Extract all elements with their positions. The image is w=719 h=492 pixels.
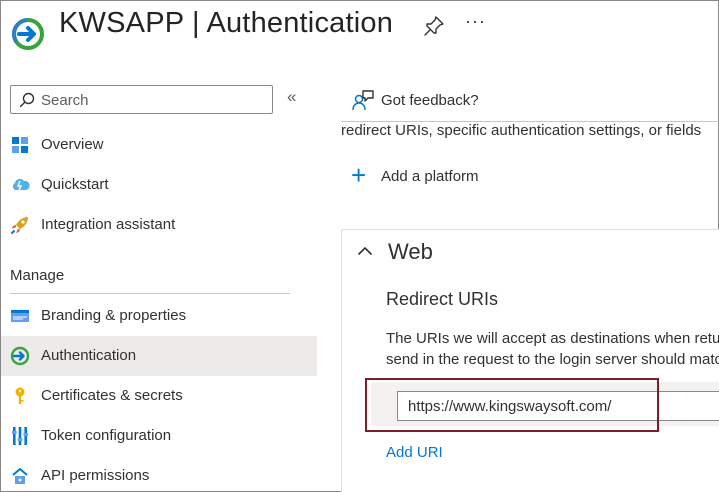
app-name: KWSAPP [59, 7, 184, 39]
sidebar-item-label: Authentication [41, 347, 137, 364]
authentication-icon [10, 346, 30, 366]
sidebar-item-label: Integration assistant [41, 216, 176, 233]
title-separator: | [192, 7, 200, 39]
sidebar-item-branding[interactable]: Branding & properties [1, 296, 317, 336]
sidebar: « Overview Quickstart Integration assist… [1, 77, 317, 492]
more-icon[interactable]: ··· [465, 11, 486, 32]
key-icon [15, 387, 25, 404]
add-uri-link[interactable]: Add URI [386, 444, 443, 461]
sidebar-item-token-configuration[interactable]: Token configuration [1, 416, 317, 456]
sidebar-item-label: Quickstart [41, 176, 109, 193]
collapse-sidebar-icon[interactable]: « [287, 87, 296, 107]
description-line: The URIs we will accept as destinations … [386, 330, 719, 347]
redirect-uris-description: The URIs we will accept as destinations … [386, 328, 719, 370]
chevron-up-icon[interactable] [356, 242, 374, 260]
page-title: KWSAPP | Authentication [59, 7, 393, 40]
pin-icon[interactable] [423, 15, 445, 37]
plus-icon: + [351, 160, 367, 190]
search-icon [19, 92, 35, 108]
app-registration-icon [12, 18, 44, 50]
main-content: Got feedback? redirect URIs, specific au… [317, 77, 719, 492]
token-icon [12, 427, 28, 445]
description-line: send in the request to the login server … [386, 351, 719, 368]
sidebar-item-label: Branding & properties [41, 307, 187, 324]
section-label-manage: Manage [10, 267, 65, 284]
sidebar-item-api-permissions[interactable]: API permissions [1, 456, 317, 492]
quickstart-icon [12, 178, 30, 191]
sidebar-item-overview[interactable]: Overview [1, 125, 317, 165]
sidebar-item-label: API permissions [41, 467, 150, 484]
sidebar-item-label: Token configuration [41, 427, 172, 444]
sidebar-item-quickstart[interactable]: Quickstart [1, 165, 317, 205]
highlight-box [365, 378, 659, 432]
section-divider [10, 293, 290, 294]
sidebar-item-label: Overview [41, 136, 104, 153]
integration-icon [11, 217, 28, 234]
branding-icon [11, 310, 29, 322]
feedback-icon [352, 90, 374, 111]
redirect-uris-heading: Redirect URIs [386, 289, 499, 309]
page-name: Authentication [206, 7, 394, 39]
search-input[interactable] [41, 89, 261, 111]
intro-text: redirect URIs, specific authentication s… [341, 122, 702, 139]
sidebar-item-authentication[interactable]: Authentication [1, 336, 317, 376]
sidebar-item-certificates-secrets[interactable]: Certificates & secrets [1, 376, 317, 416]
search-box[interactable] [10, 85, 273, 114]
web-platform-card: Web Redirect URIs The URIs we will accep… [341, 229, 719, 492]
web-section-title: Web [388, 239, 433, 264]
add-platform-label: Add a platform [381, 168, 479, 185]
api-icon [12, 468, 28, 484]
overview-icon [12, 137, 28, 153]
sidebar-item-label: Certificates & secrets [41, 387, 183, 404]
sidebar-item-integration-assistant[interactable]: Integration assistant [1, 205, 317, 245]
feedback-label: Got feedback? [381, 92, 479, 109]
